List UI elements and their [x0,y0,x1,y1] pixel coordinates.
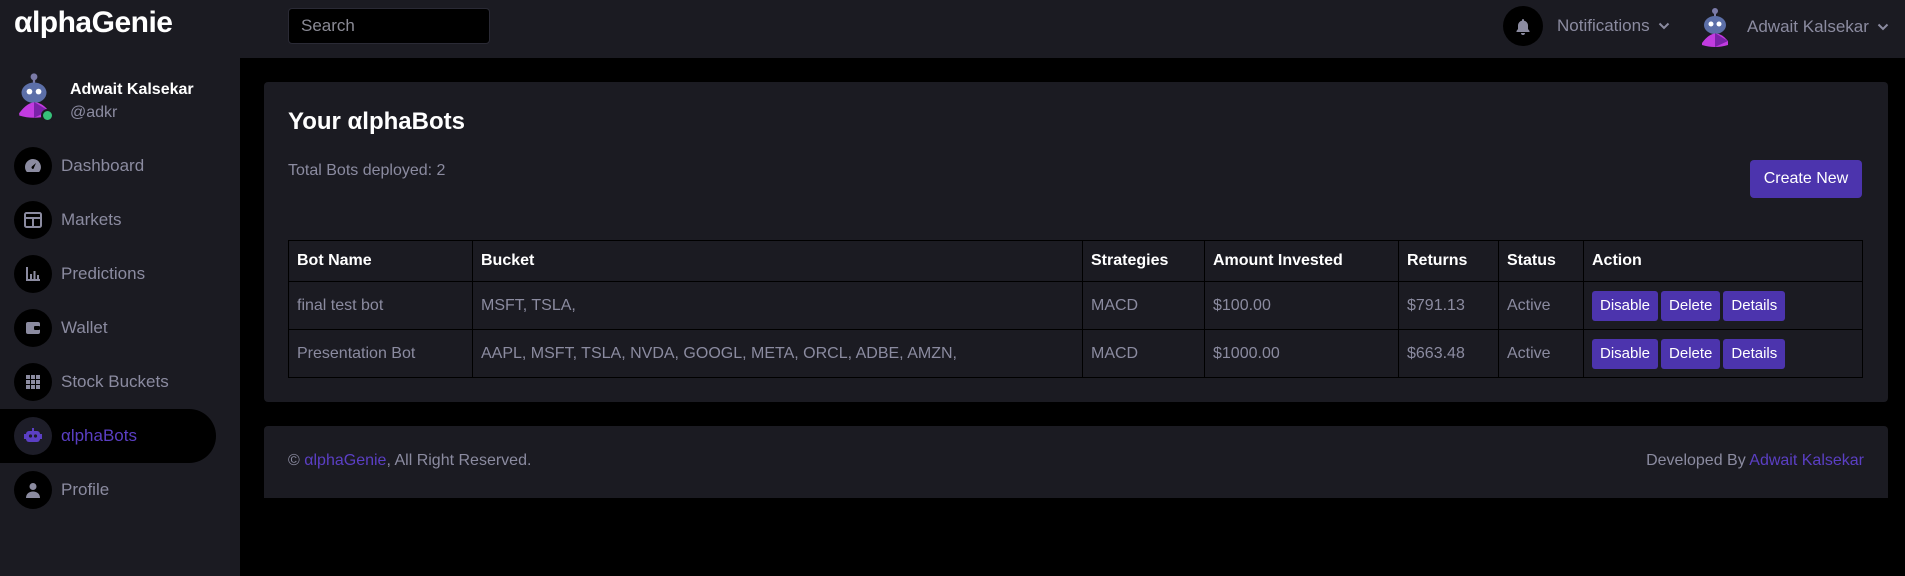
table-row: final test bot MSFT, TSLA, MACD $100.00 … [288,281,1863,330]
copyright-symbol: © [288,452,300,469]
disable-button[interactable]: Disable [1592,290,1659,321]
sidebar-item-wallet[interactable]: Wallet [0,301,240,355]
sidebar-nav: Dashboard Markets Predictions Wallet Sto… [0,139,240,517]
page-title: Your αlphaBots [288,108,465,135]
status-cell: Active [1498,281,1584,330]
sidebar-item-label: Markets [61,210,122,229]
action-cell: Disable Delete Details [1583,281,1863,330]
sidebar-item-label: Dashboard [61,156,145,175]
table-header-row: Bot Name Bucket Strategies Amount Invest… [288,240,1863,282]
delete-button[interactable]: Delete [1661,338,1721,369]
chevron-down-icon[interactable] [1877,23,1889,31]
dashboard-icon [14,147,52,185]
notifications-dropdown[interactable]: Notifications [1503,6,1670,46]
sidebar-item-predictions[interactable]: Predictions [0,247,240,301]
returns-cell: $663.48 [1398,329,1499,378]
strategy-cell: MACD [1082,329,1205,378]
sidebar-profile: Adwait Kalsekar @adkr [12,70,232,122]
user-name-label[interactable]: Adwait Kalsekar [1747,17,1869,37]
bucket-cell: MSFT, TSLA, [472,281,1083,330]
table-row: Presentation Bot AAPL, MSFT, TSLA, NVDA,… [288,329,1863,378]
wallet-icon [14,309,52,347]
search-input[interactable] [288,8,490,44]
column-header: Amount Invested [1204,240,1399,282]
notifications-label[interactable]: Notifications [1557,16,1650,36]
details-button[interactable]: Details [1723,338,1786,369]
copyright-text: © αlphaGenie, All Right Reserved. [288,452,531,470]
sidebar-item-label: Profile [61,480,110,499]
robot-icon [14,417,52,455]
column-header: Action [1583,240,1863,282]
sidebar-item-label: Stock Buckets [61,372,169,391]
disable-button[interactable]: Disable [1592,338,1659,369]
sidebar-user-name: Adwait Kalsekar [70,81,194,98]
developer-credit: Developed By Adwait Kalsekar [1646,452,1864,470]
bots-table: Bot Name Bucket Strategies Amount Invest… [288,240,1863,378]
amount-cell: $100.00 [1204,281,1399,330]
column-header: Strategies [1082,240,1205,282]
column-header: Bucket [472,240,1083,282]
sidebar-item-dashboard[interactable]: Dashboard [0,139,240,193]
returns-cell: $791.13 [1398,281,1499,330]
bucket-cell: AAPL, MSFT, TSLA, NVDA, GOOGL, META, ORC… [472,329,1083,378]
sidebar-item-markets[interactable]: Markets [0,193,240,247]
grid-icon [14,363,52,401]
sidebar-item-label: Predictions [61,264,146,283]
rights-text: , All Right Reserved. [386,452,532,469]
bot-name-cell: final test bot [288,281,473,330]
sidebar-item-alphabots[interactable]: αlphaBots [0,409,216,463]
column-header: Status [1498,240,1584,282]
sidebar-item-stock-buckets[interactable]: Stock Buckets [0,355,240,409]
table-icon [14,201,52,239]
chevron-down-icon[interactable] [1658,22,1670,30]
user-icon [14,471,52,509]
sidebar-item-label: Wallet [61,318,108,337]
avatar[interactable] [1697,5,1733,49]
strategy-cell: MACD [1082,281,1205,330]
sidebar: Adwait Kalsekar @adkr Dashboard Markets … [0,58,240,576]
create-new-button[interactable]: Create New [1750,160,1862,198]
online-status-dot [41,109,54,122]
delete-button[interactable]: Delete [1661,290,1721,321]
sidebar-item-profile[interactable]: Profile [0,463,240,517]
user-menu-dropdown[interactable]: Adwait Kalsekar [1697,5,1889,49]
bots-card: Your αlphaBots Total Bots deployed: 2 Cr… [264,82,1888,402]
top-bar: αlphaGenie Notifications Adwait Kalsekar [0,0,1905,58]
sidebar-item-label: αlphaBots [61,426,137,445]
column-header: Returns [1398,240,1499,282]
sidebar-user-handle: @adkr [70,104,118,121]
chart-icon [14,255,52,293]
bots-count-text: Total Bots deployed: 2 [288,162,446,179]
footer: © αlphaGenie, All Right Reserved. Develo… [264,426,1888,498]
action-cell: Disable Delete Details [1583,329,1863,378]
developer-link[interactable]: Adwait Kalsekar [1749,452,1864,469]
status-cell: Active [1498,329,1584,378]
bell-icon[interactable] [1503,6,1543,46]
developed-by-text: Developed By [1646,452,1750,469]
details-button[interactable]: Details [1723,290,1786,321]
bot-name-cell: Presentation Bot [288,329,473,378]
app-logo[interactable]: αlphaGenie [14,6,173,40]
footer-brand-link[interactable]: αlphaGenie [304,452,386,469]
amount-cell: $1000.00 [1204,329,1399,378]
column-header: Bot Name [288,240,473,282]
